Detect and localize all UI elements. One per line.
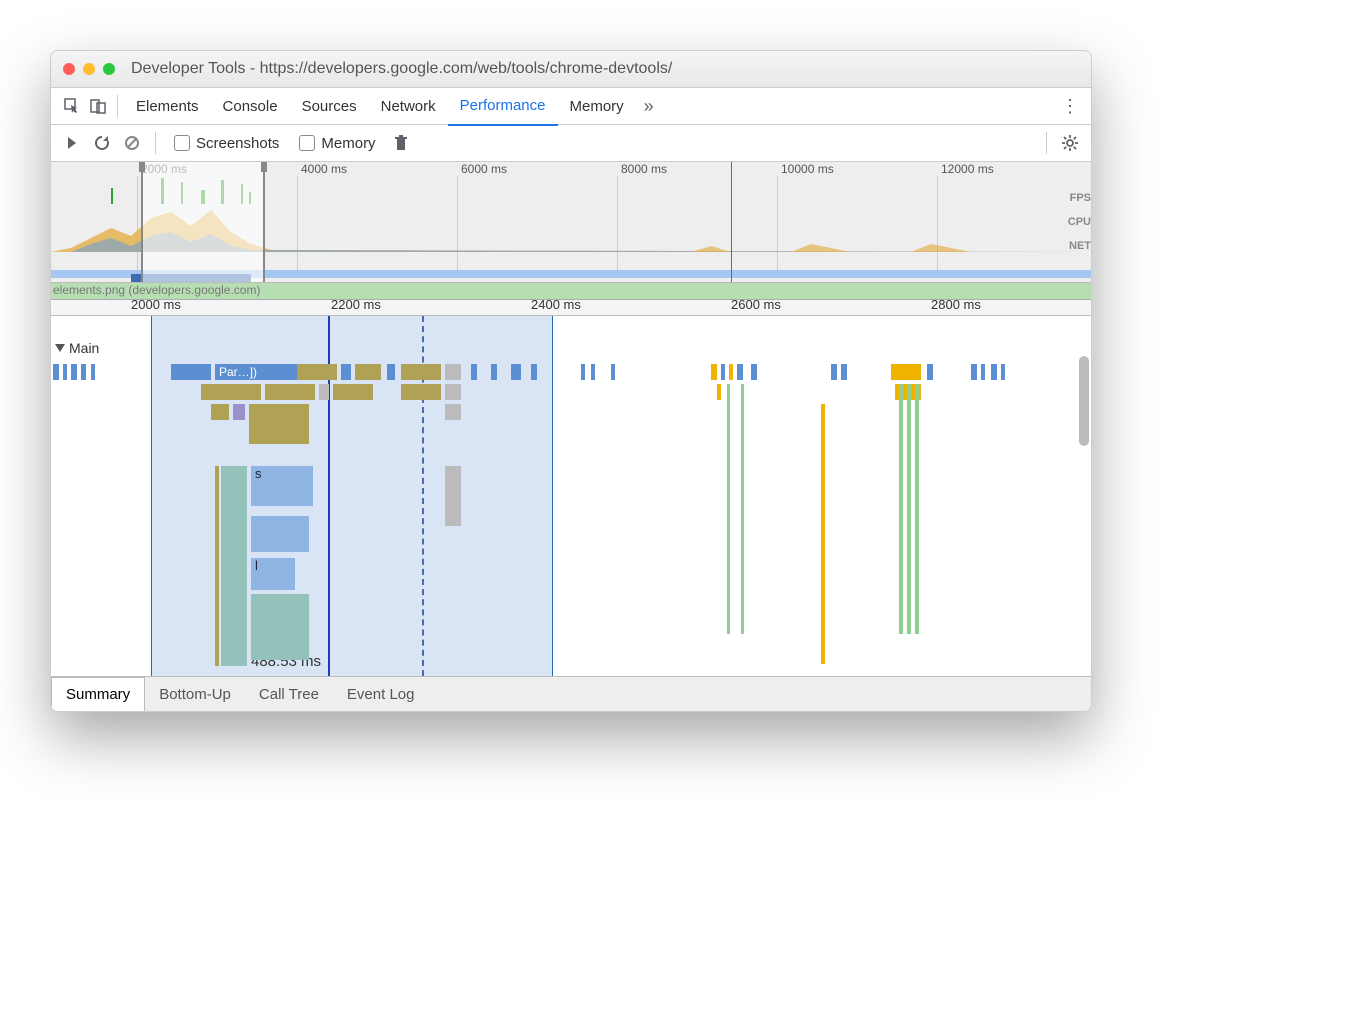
ruler-tick: 2000 ms	[131, 297, 181, 312]
flame-row	[51, 516, 1071, 532]
overview-handle-left[interactable]	[139, 162, 145, 172]
traffic-lights	[63, 63, 115, 75]
tab-call-tree[interactable]: Call Tree	[245, 677, 333, 711]
flame-scrollbar[interactable]	[1079, 356, 1089, 446]
screenshots-checkbox[interactable]: Screenshots	[174, 135, 279, 152]
chevron-down-icon	[55, 344, 65, 352]
device-toggle-icon[interactable]	[85, 93, 111, 119]
tab-summary[interactable]: Summary	[51, 677, 145, 713]
overview-tick: 8000 ms	[621, 162, 667, 176]
overview-tick: 10000 ms	[781, 162, 834, 176]
memory-label: Memory	[321, 135, 375, 152]
tab-elements[interactable]: Elements	[124, 88, 211, 124]
flame-block-l[interactable]: l	[251, 558, 295, 590]
tab-memory[interactable]: Memory	[558, 88, 636, 124]
memory-checkbox[interactable]: Memory	[299, 135, 375, 152]
timeline-ruler[interactable]: elements.png (developers.google.com) 200…	[51, 283, 1091, 316]
overview-tick: 12000 ms	[941, 162, 994, 176]
minimize-icon[interactable]	[83, 63, 95, 75]
settings-icon[interactable]	[1057, 130, 1083, 156]
record-icon[interactable]	[59, 130, 85, 156]
close-icon[interactable]	[63, 63, 75, 75]
flame-chart[interactable]: Main 488.53 ms Par…])	[51, 316, 1091, 676]
flame-row: s	[51, 466, 1071, 482]
devtools-window: Developer Tools - https://developers.goo…	[50, 50, 1092, 712]
tab-performance[interactable]: Performance	[448, 88, 558, 126]
tab-bottom-up[interactable]: Bottom-Up	[145, 677, 245, 711]
ruler-tick: 2800 ms	[931, 297, 981, 312]
overview-event-marker	[731, 162, 732, 282]
network-resource-label: elements.png (developers.google.com)	[53, 283, 260, 297]
timeline-overview[interactable]: 2000 ms 4000 ms 6000 ms 8000 ms 10000 ms…	[51, 162, 1091, 283]
flame-row: Par…])	[51, 364, 1071, 380]
lane-cpu: CPU	[1068, 210, 1091, 234]
ruler-tick: 2600 ms	[731, 297, 781, 312]
flame-block-s[interactable]: s	[251, 466, 313, 506]
main-thread-toggle[interactable]: Main	[55, 340, 99, 356]
performance-toolbar: Screenshots Memory	[51, 125, 1091, 162]
tab-event-log[interactable]: Event Log	[333, 677, 429, 711]
tab-network[interactable]: Network	[369, 88, 448, 124]
overview-selection[interactable]	[141, 162, 265, 282]
zoom-icon[interactable]	[103, 63, 115, 75]
flame-row	[51, 384, 1071, 400]
details-tabs: Summary Bottom-Up Call Tree Event Log	[51, 676, 1091, 711]
tab-sources[interactable]: Sources	[290, 88, 369, 124]
main-label: Main	[69, 340, 99, 356]
inspect-icon[interactable]	[59, 93, 85, 119]
clear-icon[interactable]	[119, 130, 145, 156]
overview-tick: 4000 ms	[301, 162, 347, 176]
panel-tabs: Elements Console Sources Network Perform…	[51, 88, 1091, 125]
flame-row	[51, 404, 1071, 420]
tab-console[interactable]: Console	[211, 88, 290, 124]
lane-net: NET	[1068, 234, 1091, 258]
flame-row: l	[51, 558, 1071, 574]
garbage-collect-icon[interactable]	[388, 130, 414, 156]
ruler-tick: 2400 ms	[531, 297, 581, 312]
reload-icon[interactable]	[89, 130, 115, 156]
screenshots-label: Screenshots	[196, 135, 279, 152]
ruler-tick: 2200 ms	[331, 297, 381, 312]
overview-tick: 6000 ms	[461, 162, 507, 176]
kebab-menu-icon[interactable]: ⋮	[1057, 93, 1083, 119]
window-title: Developer Tools - https://developers.goo…	[131, 60, 672, 78]
overview-handle-right[interactable]	[261, 162, 267, 172]
lane-fps: FPS	[1068, 186, 1091, 210]
titlebar: Developer Tools - https://developers.goo…	[51, 51, 1091, 88]
parse-block[interactable]: Par…])	[215, 364, 299, 380]
more-tabs-icon[interactable]: »	[636, 93, 662, 119]
